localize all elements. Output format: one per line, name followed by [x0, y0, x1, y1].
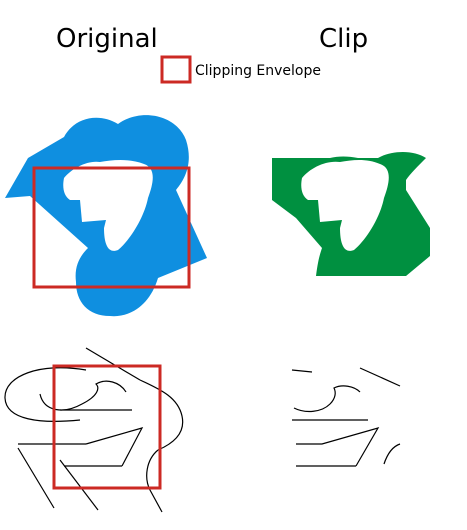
legend-swatch-icon	[160, 55, 192, 84]
clipping-diagram: Original Clip Clipping Envelope	[4, 24, 430, 513]
legend-label: Clipping Envelope	[195, 63, 321, 79]
legend: Clipping Envelope	[160, 55, 321, 84]
clip-envelope-bottom	[52, 364, 162, 490]
clipped-polygon	[272, 152, 430, 276]
original-title: Original	[56, 24, 158, 54]
clip-title: Clip	[319, 24, 368, 54]
clipped-lines	[291, 367, 401, 467]
